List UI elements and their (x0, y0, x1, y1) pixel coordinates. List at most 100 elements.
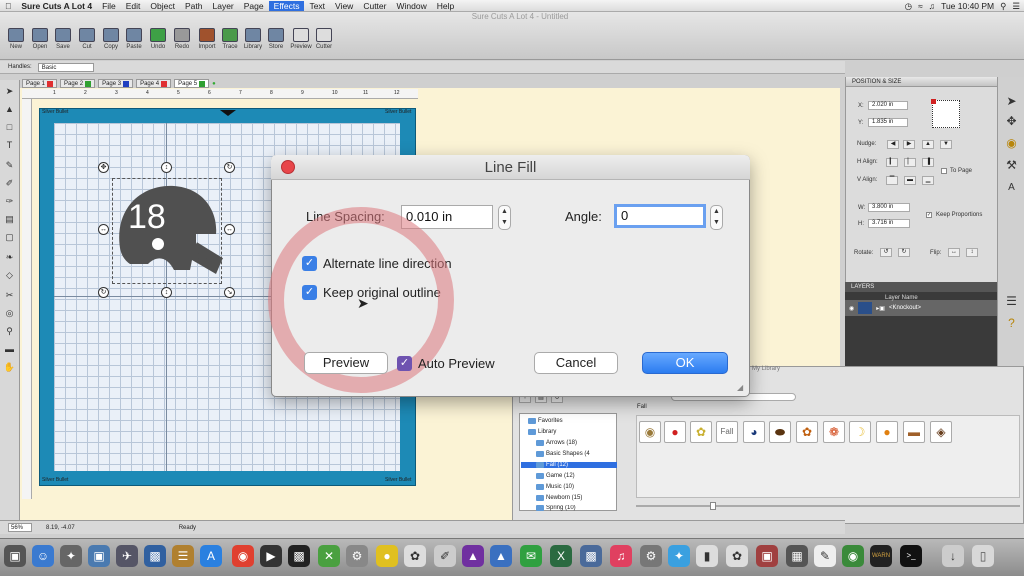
rotate-handle-icon[interactable]: ↻ (224, 162, 235, 173)
knife-tool-icon[interactable]: ✂ (3, 290, 16, 301)
select-tool-icon[interactable]: ➤ (3, 86, 16, 97)
football-icon[interactable]: ⬬ (769, 421, 791, 443)
nudge-left-button[interactable]: ◀ (887, 140, 899, 149)
volume-icon[interactable]: ♫ (929, 1, 935, 11)
save-button[interactable]: Save (52, 28, 74, 50)
apple-icon[interactable]: ● (664, 421, 686, 443)
tree-item[interactable]: Newborn (15) (536, 495, 582, 501)
pencil-tool-icon[interactable]: ✐ (3, 178, 16, 189)
preview-app-icon[interactable]: ▣ (88, 545, 110, 567)
finder-icon[interactable]: ☺ (32, 545, 54, 567)
move-handle-icon[interactable]: ✥ (98, 162, 109, 173)
resize-handle-icon[interactable]: ↔ (98, 224, 109, 235)
affinity-icon[interactable]: ▲ (462, 545, 484, 567)
wifi-icon[interactable]: ≈ (918, 1, 923, 11)
tab-page-3[interactable]: Page 3 (98, 79, 134, 88)
paste-button[interactable]: Paste (123, 28, 145, 50)
height-field[interactable]: 3.716 in (868, 219, 910, 228)
width-field[interactable]: 3.800 in (868, 203, 910, 212)
thumbnail-size-slider[interactable] (636, 505, 1020, 507)
twitter-icon[interactable]: ✦ (668, 545, 690, 567)
auto-preview-checkbox[interactable]: ✓ (397, 356, 412, 371)
textedit-icon[interactable]: ✎ (814, 545, 836, 567)
measure-tool-icon[interactable]: ▬ (3, 344, 16, 355)
launchpad-icon[interactable]: ✦ (60, 545, 82, 567)
add-page-icon[interactable]: ● (212, 81, 216, 87)
layer-row[interactable]: ◉ ▸▣ <Knockout> (845, 300, 997, 316)
calculator-icon[interactable]: ▦ (786, 545, 808, 567)
turkey-dish-icon[interactable]: ▬ (903, 421, 925, 443)
tree-item[interactable]: Basic Shapes (4 (536, 451, 590, 457)
tree-item[interactable]: Arrows (18) (536, 440, 577, 446)
keynote-icon[interactable]: ▩ (580, 545, 602, 567)
hand-tool-icon[interactable]: ✋ (3, 362, 16, 373)
eyedropper-tool-icon[interactable]: ❧ (3, 252, 16, 263)
menu-effects[interactable]: Effects (268, 0, 305, 11)
wrench-icon[interactable]: ⚒ (1002, 157, 1021, 174)
final-cut-icon[interactable]: ▩ (288, 545, 310, 567)
store-button[interactable]: Store (265, 28, 287, 50)
resize-handle-icon[interactable]: ↔ (224, 224, 235, 235)
library-button[interactable]: Library (242, 28, 264, 50)
flip-horizontal-icon[interactable]: ↔ (948, 248, 960, 257)
excel-icon[interactable]: X (550, 545, 572, 567)
designer-icon[interactable]: ▲ (490, 545, 512, 567)
feather-app-icon[interactable]: ✐ (434, 545, 456, 567)
system-preferences-icon[interactable]: ⚙ (640, 545, 662, 567)
scal-app-icon[interactable]: ✿ (404, 545, 426, 567)
rotate-handle-icon[interactable]: ↻ (98, 287, 109, 298)
acorn-icon[interactable]: ◉ (639, 421, 661, 443)
resize-handle-icon[interactable]: ↕ (161, 162, 172, 173)
preview-toolbar-button[interactable]: Preview (290, 28, 312, 50)
import-button[interactable]: Import (196, 28, 218, 50)
preview-button[interactable]: Preview (304, 352, 388, 374)
helmet-icon[interactable]: ◕ (743, 421, 765, 443)
zoom-tool-icon[interactable]: ⚲ (3, 326, 16, 337)
fall-text-icon[interactable]: Fall (716, 421, 738, 443)
x-field[interactable]: 2.020 in (868, 101, 908, 110)
console-icon[interactable]: WARN (870, 545, 892, 567)
text-tool-icon[interactable]: T (3, 140, 16, 151)
menu-view[interactable]: View (330, 1, 358, 11)
flip-vertical-icon[interactable]: ↕ (966, 248, 978, 257)
align-left-icon[interactable]: ▎ (886, 158, 898, 167)
angle-stepper[interactable]: ▲ ▼ (710, 205, 723, 230)
resize-handle-icon[interactable]: ↕ (161, 287, 172, 298)
align-middle-icon[interactable]: ▬ (904, 176, 916, 185)
app-menu[interactable]: Sure Cuts A Lot 4 (16, 1, 97, 11)
menu-window[interactable]: Window (391, 1, 431, 11)
handles-select[interactable]: Basic (37, 62, 94, 72)
menu-text[interactable]: Text (304, 1, 330, 11)
x-app-icon[interactable]: ✕ (318, 545, 340, 567)
terminal-icon[interactable]: >_ (900, 545, 922, 567)
eye-icon[interactable]: ◉ (849, 305, 854, 312)
messages-icon[interactable]: ✉ (520, 545, 542, 567)
downloads-icon[interactable]: ↓ (942, 545, 964, 567)
resize-handle-icon[interactable]: ↘ (224, 287, 235, 298)
align-center-icon[interactable]: ▏ (904, 158, 916, 167)
nudge-up-button[interactable]: ▲ (922, 140, 934, 149)
trace-button[interactable]: Trace (219, 28, 241, 50)
undo-button[interactable]: Undo (147, 28, 169, 50)
notification-icon[interactable]: ☰ (1012, 1, 1020, 12)
movie-app-icon[interactable]: ▶ (260, 545, 282, 567)
menu-file[interactable]: File (97, 1, 121, 11)
tree-item[interactable]: Game (12) (536, 473, 575, 479)
tree-item-selected[interactable]: Fall (12) (521, 462, 617, 468)
menu-help[interactable]: Help (432, 1, 459, 11)
resize-grip-icon[interactable]: ◢ (737, 383, 743, 392)
brush-tool-icon[interactable]: ✑ (3, 196, 16, 207)
clock-status-icon[interactable]: ◷ (905, 1, 912, 12)
tab-page-1[interactable]: Page 1 (22, 79, 58, 88)
tab-page-5[interactable]: Page 5 (174, 79, 210, 88)
align-right-icon[interactable]: ▐ (922, 158, 934, 167)
line-spacing-stepper[interactable]: ▲ ▼ (498, 205, 511, 230)
menu-path[interactable]: Path (180, 1, 208, 11)
menu-edit[interactable]: Edit (121, 1, 146, 11)
duck-app-icon[interactable]: ● (376, 545, 398, 567)
zoom-field[interactable]: 56% (8, 523, 32, 532)
weld-tool-icon[interactable]: ◎ (3, 308, 16, 319)
nudge-down-button[interactable]: ▼ (940, 140, 952, 149)
pumpkin-icon[interactable]: ● (876, 421, 898, 443)
helmet-design[interactable]: 18 (112, 178, 224, 286)
